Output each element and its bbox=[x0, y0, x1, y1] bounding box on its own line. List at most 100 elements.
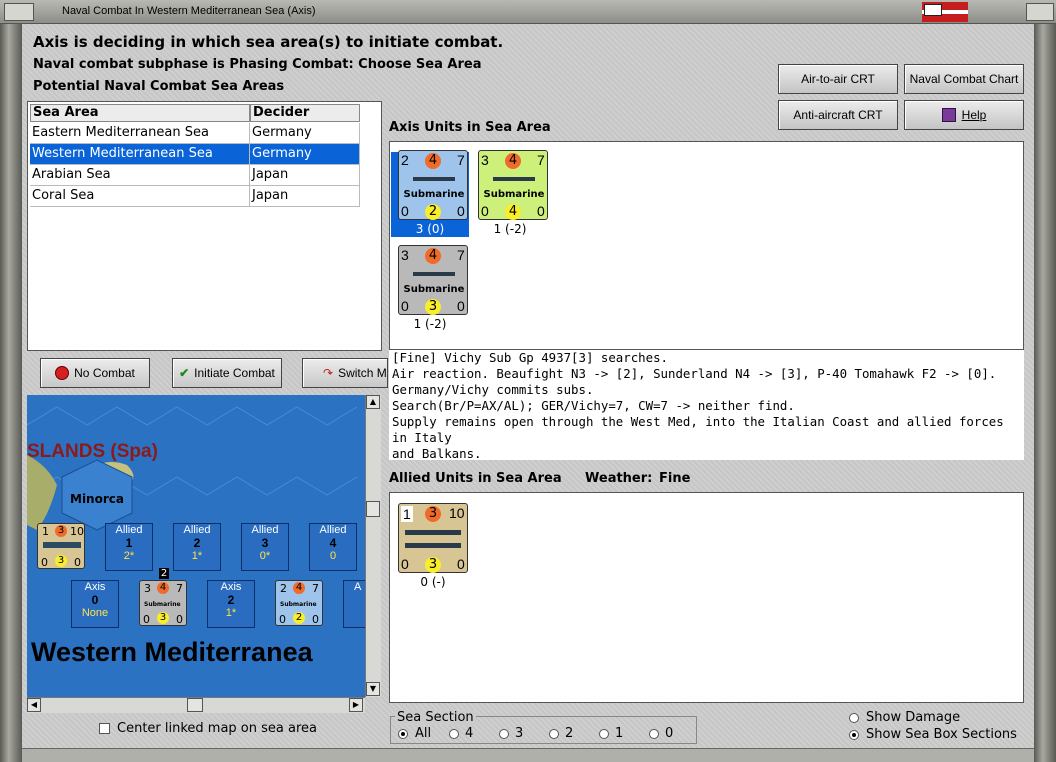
log-line: Air reaction. Beaufight N3 -> [2], Sunde… bbox=[392, 366, 997, 381]
sea-section-radio-0[interactable] bbox=[649, 729, 659, 739]
sea-section-label: 0 bbox=[665, 726, 674, 741]
decider-cell: Germany bbox=[250, 123, 360, 144]
unit-caption: 3 (0) bbox=[415, 222, 445, 236]
help-label: Help bbox=[961, 108, 987, 122]
decider-cell: Japan bbox=[250, 165, 360, 186]
bottom-status-strip bbox=[22, 748, 1034, 762]
allied-sea-box-4[interactable]: Allied 4 0 bbox=[309, 523, 357, 571]
stack-count-badge: 2 bbox=[159, 568, 169, 579]
ship-silhouette-icon bbox=[405, 543, 461, 548]
allied-sea-box-2[interactable]: Allied 2 1* bbox=[173, 523, 221, 571]
axis-unit-card-1[interactable]: 2 4 7 Submarine 0 2 0 bbox=[398, 150, 468, 220]
sea-section-title: Sea Section bbox=[395, 710, 476, 725]
window-title: Naval Combat In Western Mediterranean Se… bbox=[62, 5, 316, 17]
log-line: Search(Br/P=AX/AL); GER/Vichy=7, CW=7 ->… bbox=[392, 398, 795, 413]
decider-cell: Japan bbox=[250, 186, 360, 207]
show-sections-radio[interactable] bbox=[849, 730, 859, 740]
map-horizontal-scrollbar[interactable]: ◀ ▶ bbox=[27, 697, 365, 713]
sea-section-radio-1[interactable] bbox=[599, 729, 609, 739]
unit-caption: 1 (-2) bbox=[413, 317, 447, 331]
sea-section-radio-3[interactable] bbox=[499, 729, 509, 739]
allied-sea-box-1[interactable]: Allied 1 2* bbox=[105, 523, 153, 571]
title-bar: Naval Combat In Western Mediterranean Se… bbox=[0, 0, 1056, 24]
allied-stack-counter[interactable]: 1 3 10 0 3 0 bbox=[37, 523, 85, 569]
switch-map-button[interactable]: ↷ Switch M bbox=[302, 358, 388, 388]
axis-unit-card-2[interactable]: 3 4 7 Submarine 0 4 0 bbox=[478, 150, 548, 220]
sea-area-cell: Coral Sea bbox=[30, 186, 250, 207]
sea-area-table[interactable]: Sea Area Decider Eastern Mediterranean S… bbox=[27, 101, 382, 351]
allied-sea-box-3[interactable]: Allied 3 0* bbox=[241, 523, 289, 571]
sea-section-label: 2 bbox=[565, 726, 574, 741]
table-row[interactable]: Coral Sea Japan bbox=[30, 186, 360, 207]
unit-caption: 0 (-) bbox=[420, 575, 446, 589]
scroll-thumb-h[interactable] bbox=[187, 698, 203, 712]
center-linked-checkbox[interactable] bbox=[99, 723, 110, 734]
allied-unit-card[interactable]: 1 3 10 0 3 0 bbox=[398, 503, 468, 573]
axis-sea-box-0[interactable]: Axis 0 None bbox=[71, 580, 119, 628]
no-combat-label: No Combat bbox=[74, 366, 135, 380]
sea-section-label: 3 bbox=[515, 726, 524, 741]
air-to-air-crt-button[interactable]: Air-to-air CRT bbox=[778, 64, 898, 94]
axis-sea-box-partial[interactable]: A bbox=[343, 580, 365, 628]
axis-sub-stack-counter[interactable]: 3 4 7 Submarine 0 3 0 bbox=[139, 580, 187, 626]
subphase-text: Naval combat subphase is Phasing Combat:… bbox=[33, 57, 482, 72]
island-shape bbox=[27, 455, 57, 530]
switch-arrow-icon: ↷ bbox=[323, 366, 334, 380]
window-resize-button[interactable] bbox=[1026, 3, 1054, 21]
axis-units-title: Axis Units in Sea Area bbox=[389, 120, 551, 135]
column-header-decider[interactable]: Decider bbox=[250, 104, 360, 122]
sea-area-cell: Eastern Mediterranean Sea bbox=[30, 123, 250, 144]
sea-area-cell: Arabian Sea bbox=[30, 165, 250, 186]
sea-map[interactable]: SLANDS (Spa) Minorca 1 3 10 0 3 0 Allied… bbox=[27, 395, 365, 697]
sea-section-radio-2[interactable] bbox=[549, 729, 559, 739]
weather-label: Weather: bbox=[585, 471, 653, 486]
system-menu-button[interactable] bbox=[4, 3, 34, 21]
table-header: Sea Area Decider bbox=[30, 104, 360, 122]
map-vertical-scrollbar[interactable]: ▲ ▼ bbox=[365, 395, 381, 697]
scroll-thumb[interactable] bbox=[366, 501, 380, 517]
allied-units-title: Allied Units in Sea Area bbox=[389, 471, 562, 486]
sea-name-label: Western Mediterranea bbox=[31, 637, 313, 667]
axis-sub-counter-selected[interactable]: 2 4 7 Submarine 0 2 0 bbox=[275, 580, 323, 626]
sea-areas-title: Potential Naval Combat Sea Areas bbox=[33, 79, 285, 94]
submarine-silhouette-icon bbox=[493, 177, 535, 181]
show-damage-radio[interactable] bbox=[849, 713, 859, 723]
show-sections-label: Show Sea Box Sections bbox=[866, 727, 1017, 742]
table-row[interactable]: Eastern Mediterranean Sea Germany bbox=[30, 123, 360, 144]
table-row-selected[interactable]: Western Mediterranean Sea Germany bbox=[30, 144, 360, 165]
initiate-combat-button[interactable]: ✔ Initiate Combat bbox=[172, 358, 282, 388]
submarine-silhouette-icon bbox=[413, 272, 455, 276]
anti-aircraft-crt-button[interactable]: Anti-aircraft CRT bbox=[778, 100, 898, 130]
phase-status: Axis is deciding in which sea area(s) to… bbox=[33, 33, 504, 51]
initiate-combat-label: Initiate Combat bbox=[194, 366, 275, 380]
islands-label: SLANDS (Spa) bbox=[27, 441, 158, 462]
weather-value: Fine bbox=[659, 471, 691, 486]
sea-section-label: 1 bbox=[615, 726, 624, 741]
scroll-up-icon[interactable]: ▲ bbox=[366, 395, 380, 409]
scroll-right-icon[interactable]: ▶ bbox=[349, 698, 363, 712]
column-header-sea-area[interactable]: Sea Area bbox=[30, 104, 250, 122]
scroll-left-icon[interactable]: ◀ bbox=[27, 698, 41, 712]
axis-unit-card-3[interactable]: 3 4 7 Submarine 0 3 0 bbox=[398, 245, 468, 315]
sea-section-radio-4[interactable] bbox=[449, 729, 459, 739]
sea-section-radio-all[interactable] bbox=[398, 729, 408, 739]
scroll-down-icon[interactable]: ▼ bbox=[366, 682, 380, 696]
table-row[interactable]: Arabian Sea Japan bbox=[30, 165, 360, 186]
german-flag-icon bbox=[922, 2, 968, 22]
log-line: Supply remains open through the West Med… bbox=[392, 414, 1004, 445]
log-line: Germany/Vichy commits subs. bbox=[392, 382, 594, 397]
left-frame-edge bbox=[0, 24, 22, 762]
book-icon bbox=[941, 108, 956, 122]
combat-log: [Fine] Vichy Sub Gp 4937[3] searches. Ai… bbox=[389, 350, 1024, 461]
help-button[interactable]: Help bbox=[904, 100, 1024, 130]
submarine-silhouette-icon bbox=[413, 177, 455, 181]
switch-map-label: Switch M bbox=[338, 366, 387, 380]
axis-sea-box-2[interactable]: Axis 2 1* bbox=[207, 580, 255, 628]
center-linked-label: Center linked map on sea area bbox=[117, 721, 317, 736]
axis-units-panel[interactable]: 2 4 7 Submarine 0 2 0 3 (0) 3 4 7 Submar… bbox=[389, 141, 1024, 350]
log-line: and Balkans. bbox=[392, 446, 482, 461]
no-combat-button[interactable]: No Combat bbox=[40, 358, 150, 388]
allied-units-panel[interactable]: 1 3 10 0 3 0 0 (-) bbox=[389, 492, 1024, 703]
naval-combat-chart-button[interactable]: Naval Combat Chart bbox=[904, 64, 1024, 94]
minorca-label: Minorca bbox=[70, 492, 124, 506]
